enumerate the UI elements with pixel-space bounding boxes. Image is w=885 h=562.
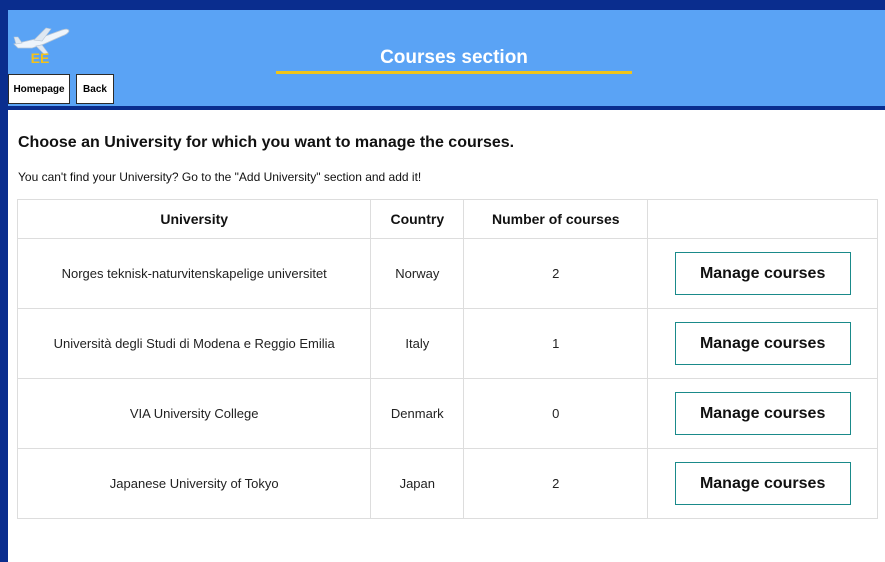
- cell-university: Norges teknisk-naturvitenskapelige unive…: [16, 238, 372, 309]
- manage-courses-button[interactable]: Manage courses: [674, 252, 851, 295]
- app-frame: EE Courses section Homepage Back Choose …: [0, 0, 885, 562]
- cell-action: Manage courses: [647, 448, 878, 519]
- table-row: VIA University College Denmark 0 Manage …: [16, 378, 878, 449]
- column-header-courses: Number of courses: [463, 199, 649, 239]
- cell-country: Italy: [370, 308, 465, 379]
- table-row: Norges teknisk-naturvitenskapelige unive…: [16, 238, 878, 309]
- table-row: Università degli Studi di Modena e Reggi…: [16, 308, 878, 379]
- cell-country: Norway: [370, 238, 465, 309]
- section-heading: Choose an University for which you want …: [18, 134, 515, 151]
- cell-university: VIA University College: [16, 378, 372, 449]
- cell-action: Manage courses: [647, 378, 878, 449]
- cell-country: Denmark: [370, 378, 465, 449]
- airplane-logo-icon: EE: [13, 27, 70, 64]
- universities-table: University Country Number of courses Nor…: [16, 199, 878, 519]
- manage-courses-button[interactable]: Manage courses: [674, 462, 851, 505]
- help-text: You can't find your University? Go to th…: [18, 170, 422, 184]
- cell-courses: 2: [463, 448, 649, 519]
- manage-courses-button[interactable]: Manage courses: [674, 392, 851, 435]
- cell-action: Manage courses: [647, 238, 878, 309]
- header-bar: EE Courses section Homepage Back: [8, 10, 885, 106]
- column-header-country: Country: [370, 199, 465, 239]
- manage-courses-button[interactable]: Manage courses: [674, 322, 851, 365]
- column-header-university: University: [16, 199, 372, 239]
- cell-country: Japan: [370, 448, 465, 519]
- table-header-row: University Country Number of courses: [16, 199, 878, 239]
- cell-courses: 2: [463, 238, 649, 309]
- cell-university: Japanese University of Tokyo: [16, 448, 372, 519]
- cell-courses: 0: [463, 378, 649, 449]
- table-row: Japanese University of Tokyo Japan 2 Man…: [16, 448, 878, 519]
- page-title: Courses section: [276, 46, 632, 74]
- back-button[interactable]: Back: [76, 74, 114, 104]
- cell-action: Manage courses: [647, 308, 878, 379]
- homepage-button[interactable]: Homepage: [8, 74, 70, 104]
- column-header-actions: [647, 199, 878, 239]
- cell-university: Università degli Studi di Modena e Reggi…: [16, 308, 372, 379]
- svg-text:EE: EE: [31, 50, 50, 64]
- cell-courses: 1: [463, 308, 649, 379]
- main-content: Choose an University for which you want …: [8, 110, 885, 562]
